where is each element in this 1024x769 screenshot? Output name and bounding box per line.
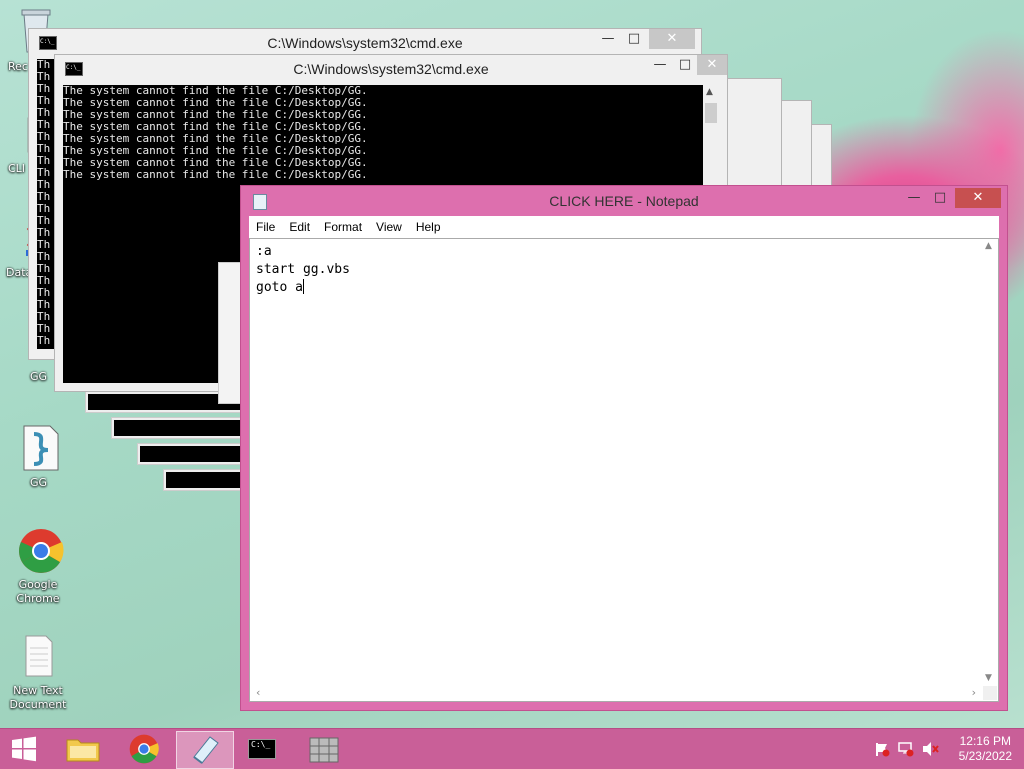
clock-date: 5/23/2022	[958, 749, 1012, 763]
taskbar-cmd[interactable]: C:\_	[236, 731, 292, 767]
text-line-with-caret: goto a	[256, 279, 350, 297]
cmd-icon: C:\_	[248, 739, 276, 759]
scroll-up-button[interactable]: ▲	[706, 87, 713, 97]
menu-edit[interactable]: Edit	[282, 216, 317, 234]
desktop-icon-gg-2[interactable]: GG	[8, 424, 72, 489]
close-button[interactable]: ✕	[697, 55, 727, 75]
desktop-icon-label: GG	[30, 476, 48, 489]
close-button[interactable]: ✕	[955, 188, 1001, 208]
menu-file[interactable]: File	[249, 216, 282, 234]
script-file-icon	[20, 424, 60, 471]
minimize-button[interactable]: —	[647, 55, 673, 75]
desktop: Rec CLI Data GG GG Google Chrome New Tex…	[0, 0, 1024, 728]
desktop-icon-google-chrome[interactable]: Google Chrome	[6, 528, 70, 605]
notepad-text-area[interactable]: :a start gg.vbs goto a ▲ ▼ ‹ ›	[249, 238, 999, 702]
scroll-left-button[interactable]: ‹	[256, 686, 260, 699]
taskbar-file-explorer[interactable]	[56, 731, 112, 767]
notepad-window[interactable]: CLICK HERE - Notepad — □ ✕ File Edit Forma…	[240, 185, 1008, 711]
cmd-titlebar[interactable]: C:\_ C:\Windows\system32\cmd.exe — □ ✕	[29, 29, 701, 55]
scroll-up-button[interactable]: ▲	[985, 241, 992, 251]
maximize-button[interactable]: □	[673, 55, 697, 75]
maximize-button[interactable]: □	[927, 188, 953, 208]
minimize-button[interactable]: —	[901, 188, 927, 208]
menu-format[interactable]: Format	[317, 216, 369, 234]
tray-volume-icon[interactable]	[922, 741, 939, 757]
close-button[interactable]: ✕	[649, 29, 695, 49]
taskbar-clock[interactable]: 12:16 PM 5/23/2022	[959, 734, 1012, 764]
chrome-icon	[18, 528, 64, 573]
console-line: The system cannot find the file C:/Deskt…	[63, 168, 368, 181]
notepad-icon	[193, 736, 219, 764]
text-line: goto a	[256, 280, 303, 295]
notepad-menubar: File Edit Format View Help	[249, 216, 999, 238]
tray-network-icon[interactable]	[898, 741, 914, 757]
windows-logo-icon	[12, 736, 36, 762]
chrome-icon	[129, 734, 159, 764]
text-caret	[302, 279, 304, 294]
cmd-window-background-1[interactable]	[720, 78, 782, 190]
cmd-titlebar[interactable]: C:\_ C:\Windows\system32\cmd.exe — □ ✕	[55, 55, 727, 81]
notepad-titlebar[interactable]: CLICK HERE - Notepad — □ ✕	[241, 186, 1007, 216]
desktop-icon-label: GG	[30, 370, 48, 383]
text-document-icon	[18, 634, 58, 677]
text-line: :a	[256, 244, 272, 259]
menu-help[interactable]: Help	[409, 216, 448, 234]
cmd-window-stacked-2[interactable]	[112, 418, 250, 438]
taskbar-app-stack[interactable]	[296, 731, 352, 767]
scrollbar-thumb[interactable]	[705, 103, 717, 123]
notepad-window-title: CLICK HERE - Notepad	[549, 193, 699, 209]
desktop-icon-label: Google Chrome	[16, 578, 60, 605]
menu-view[interactable]: View	[369, 216, 409, 234]
desktop-icon-label: New Text Document	[9, 684, 67, 711]
taskbar-chrome[interactable]	[116, 731, 172, 767]
scroll-down-button[interactable]: ▼	[985, 673, 992, 683]
desktop-icon-new-text-document[interactable]: New Text Document	[6, 634, 70, 711]
app-stack-icon	[309, 737, 339, 763]
tray-action-center-icon[interactable]	[874, 741, 890, 757]
vertical-scrollbar[interactable]: ▲ ▼	[982, 239, 998, 685]
cmd-window-stacked-3[interactable]	[138, 444, 250, 464]
clock-time: 12:16 PM	[959, 734, 1011, 748]
text-line: start gg.vbs	[256, 262, 350, 277]
start-button[interactable]	[0, 731, 48, 767]
scroll-right-button[interactable]: ›	[972, 686, 976, 699]
cmd-window-stacked-4[interactable]	[164, 470, 250, 490]
taskbar-notepad[interactable]	[176, 731, 234, 769]
horizontal-scrollbar[interactable]: ‹ ›	[250, 685, 982, 701]
resize-grip[interactable]	[983, 686, 997, 700]
desktop-icon-label: CLI	[8, 162, 26, 175]
notepad-text[interactable]: :a start gg.vbs goto a	[256, 243, 350, 297]
desktop-icon-label: Rec	[8, 60, 28, 73]
cmd-window-title: C:\Windows\system32\cmd.exe	[293, 61, 489, 77]
taskbar: C:\_ 12:16 PM 5/23/2022	[0, 728, 1024, 769]
folder-icon	[66, 739, 100, 762]
minimize-button[interactable]: —	[595, 29, 621, 49]
maximize-button[interactable]: □	[621, 29, 647, 49]
